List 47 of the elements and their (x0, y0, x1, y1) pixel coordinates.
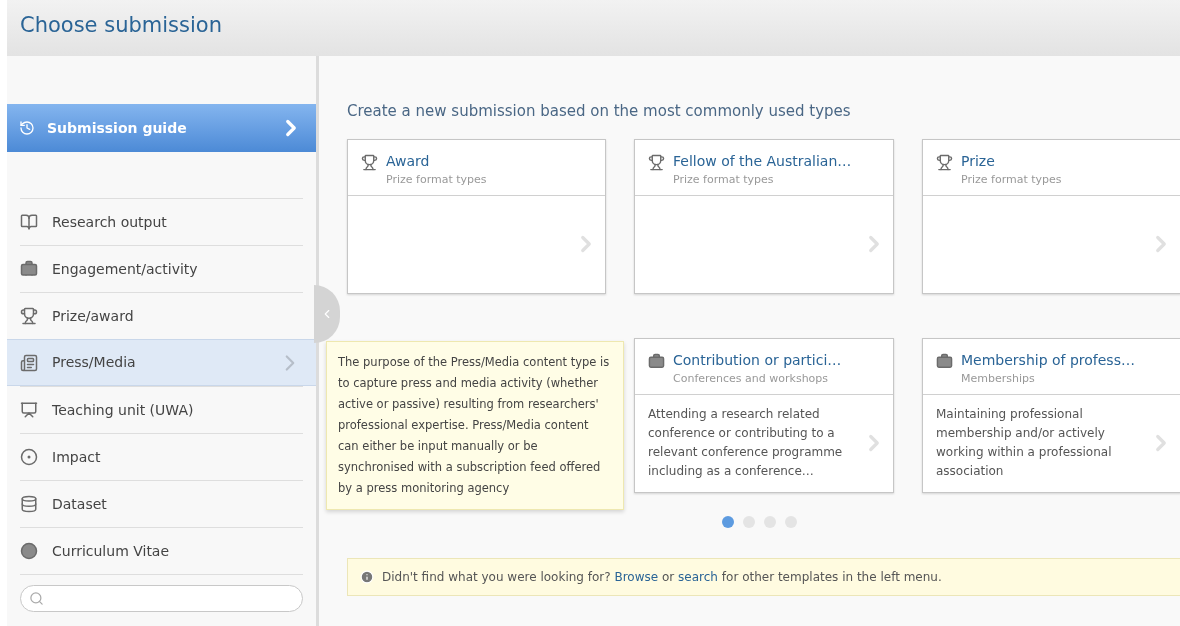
tooltip-text: The purpose of the Press/Media content type is to capture press and media activity (whether active or passive) resulting from researchers' professional expertise. Press/Media content can either be input manually or be synchronised with a subscription feed offered by a press monitoring agency (338, 354, 611, 497)
sidebar-item[interactable]: Curriculum Vitae (20, 527, 303, 574)
submission-card[interactable]: Prize Prize format types (922, 138, 1180, 294)
briefcase-icon (20, 260, 38, 278)
newspaper-icon (20, 353, 38, 372)
card-description: Attending a research related conference or contributing to a relevant conference programme including as a conference… (648, 406, 844, 480)
info-icon (360, 569, 374, 584)
card-subtitle: Conferences and workshops (673, 370, 830, 387)
database-icon (20, 495, 38, 513)
sidebar-item[interactable]: Impact (20, 433, 303, 480)
sidebar-item[interactable]: Press/Media (7, 339, 316, 386)
card-title[interactable]: Membership of profess… (961, 349, 1135, 371)
notice-text: Didn't find what you were looking for? Browse or search for other templates in the left menu. (382, 568, 942, 586)
briefcase-icon (936, 352, 953, 370)
page-title: Choose submission (20, 12, 222, 40)
trophy-icon (361, 153, 378, 171)
briefcase-icon (648, 352, 665, 370)
card-subtitle: Memberships (961, 370, 1036, 387)
browse-link[interactable]: Browse (614, 569, 659, 584)
card-subtitle: Prize format types (673, 171, 775, 188)
search-field[interactable] (20, 585, 303, 612)
search-link[interactable]: search (678, 569, 718, 584)
section-heading: Create a new submission based on the most commonly used types (347, 101, 852, 122)
card-title[interactable]: Contribution or partici… (673, 349, 842, 371)
sidebar-item[interactable]: Research output (20, 198, 303, 245)
card-title[interactable]: Fellow of the Australian… (673, 150, 852, 172)
history-icon (19, 120, 35, 136)
search-icon (29, 591, 44, 606)
presentation-icon (20, 401, 38, 419)
sidebar-item[interactable]: Dataset (20, 480, 303, 527)
trophy-icon (648, 153, 665, 171)
target-icon (20, 448, 38, 466)
submission-card[interactable]: Contribution or partici… Conferences and workshops Attending a research related conference or contributing to a relevant conference programme including as a conference… (634, 337, 894, 493)
card-subtitle: Prize format types (961, 171, 1062, 188)
submission-card[interactable]: Membership of profess… Memberships Maintaining professional membership and/or actively working within a professional association (922, 337, 1180, 493)
card-description: Maintaining professional membership and/or actively working within a professional association (936, 406, 1113, 480)
submission-card[interactable]: Fellow of the Australian… Prize format types (634, 138, 894, 294)
card-title[interactable]: Prize (961, 150, 1062, 172)
card-subtitle: Prize format types (386, 171, 487, 188)
trophy-icon (20, 307, 38, 325)
submission-card[interactable]: Award Prize format types (347, 138, 606, 294)
sidebar-item[interactable]: Engagement/activity (20, 245, 303, 292)
circle-icon (20, 542, 38, 560)
book-icon (20, 213, 38, 231)
trophy-icon (936, 153, 953, 171)
card-title[interactable]: Award (386, 150, 487, 172)
sidebar-item[interactable]: Teaching unit (UWA) (20, 386, 303, 433)
